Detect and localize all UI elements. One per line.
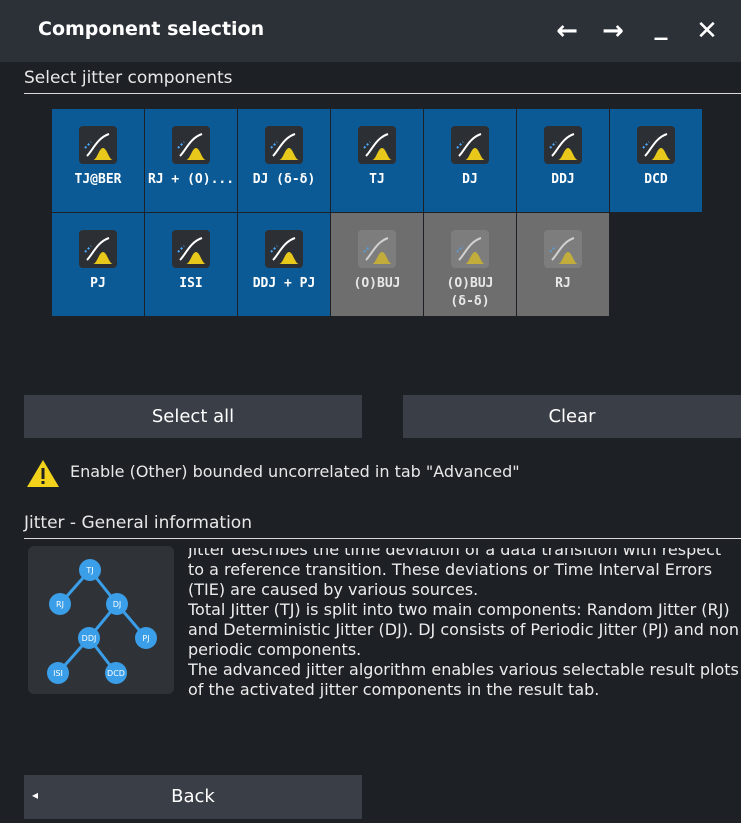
tile-tj[interactable]: TJ xyxy=(331,109,423,212)
warning-icon xyxy=(27,460,59,487)
tile-isi[interactable]: ISI xyxy=(145,213,237,316)
info-text: Jitter describes the time deviation of a… xyxy=(188,548,740,715)
section-title-select: Select jitter components xyxy=(24,68,233,88)
tree-node-label: DJ xyxy=(113,600,122,609)
ddj-pj-icon xyxy=(265,230,303,268)
ddj-icon xyxy=(544,126,582,164)
tile-pj[interactable]: PJ xyxy=(52,213,144,316)
tile-label: DDJ xyxy=(551,172,575,187)
dcd-icon xyxy=(637,126,675,164)
section-divider xyxy=(24,93,741,94)
tj-icon xyxy=(358,126,396,164)
tile-label: PJ xyxy=(90,276,106,291)
tile-label: RJ + (O)... xyxy=(147,172,235,187)
tile-o-buj[interactable]: (O)BUJ (δ-δ) xyxy=(424,213,516,316)
forward-arrow-icon[interactable]: → xyxy=(596,14,630,48)
tile-rj-o[interactable]: RJ + (O)... xyxy=(145,109,237,212)
warning-text: Enable (Other) bounded uncorrelated in t… xyxy=(70,462,520,481)
tile-o-buj[interactable]: (O)BUJ xyxy=(331,213,423,316)
clear-button[interactable]: Clear xyxy=(403,395,741,438)
back-button-label: Back xyxy=(171,786,215,807)
tile-label: DCD xyxy=(644,172,668,187)
close-icon[interactable]: ✕ xyxy=(690,14,724,48)
tile-label: TJ xyxy=(369,172,385,187)
jitter-tree-diagram: TJ RJ DJ DDJ PJ ISI DCD xyxy=(28,546,174,694)
select-all-button[interactable]: Select all xyxy=(24,395,362,438)
tree-node-label: DCD xyxy=(107,669,125,678)
rj-icon xyxy=(544,230,582,268)
obuj-icon xyxy=(358,230,396,268)
tree-node-label: ISI xyxy=(53,669,63,678)
title-bar: Component selection ← → _ ✕ xyxy=(0,0,741,62)
tile-label: DDJ + PJ xyxy=(252,276,316,291)
tile-dj[interactable]: DJ xyxy=(424,109,516,212)
jitter-tree-svg: TJ RJ DJ DDJ PJ ISI DCD xyxy=(47,559,157,684)
tree-node-label: DDJ xyxy=(82,634,97,643)
component-selection-dialog: Component selection ← → _ ✕ Select jitte… xyxy=(0,0,741,823)
tile-dcd[interactable]: DCD xyxy=(610,109,702,212)
isi-icon xyxy=(172,230,210,268)
obuj-dual-dirac-icon xyxy=(451,230,489,268)
rj-obuj-icon xyxy=(172,126,210,164)
tile-rj[interactable]: RJ xyxy=(517,213,609,316)
minimize-icon[interactable]: _ xyxy=(644,9,678,43)
tj-ber-icon xyxy=(79,126,117,164)
tile-dj[interactable]: DJ (δ-δ) xyxy=(238,109,330,212)
tile-label: RJ xyxy=(555,276,571,291)
section-divider xyxy=(24,538,741,539)
tile-label: (O)BUJ (δ-δ) xyxy=(446,276,494,309)
tile-label: DJ (δ-δ) xyxy=(252,172,316,187)
tile-label: (O)BUJ xyxy=(353,276,401,291)
tile-label: ISI xyxy=(179,276,203,291)
tile-label: TJ@BER xyxy=(74,172,122,187)
tile-label: DJ xyxy=(462,172,478,187)
back-button[interactable]: ◂ Back xyxy=(24,775,362,819)
tile-ddj[interactable]: DDJ xyxy=(517,109,609,212)
tree-node-label: PJ xyxy=(142,634,149,643)
tree-node-label: TJ xyxy=(85,566,93,575)
info-paragraph: Total Jitter (TJ) is split into two main… xyxy=(188,600,740,659)
dialog-title: Component selection xyxy=(38,18,265,40)
dj-dual-dirac-icon xyxy=(265,126,303,164)
dj-icon xyxy=(451,126,489,164)
tree-node-label: RJ xyxy=(56,600,64,609)
info-paragraph: The advanced jitter algorithm enables va… xyxy=(188,660,739,699)
info-paragraph: Jitter describes the time deviation of a… xyxy=(188,548,722,599)
section-title-info: Jitter - General information xyxy=(24,513,252,533)
back-arrow-icon[interactable]: ← xyxy=(550,14,584,48)
pj-icon xyxy=(79,230,117,268)
tile-ddj-pj[interactable]: DDJ + PJ xyxy=(238,213,330,316)
tile-tj-ber[interactable]: TJ@BER xyxy=(52,109,144,212)
